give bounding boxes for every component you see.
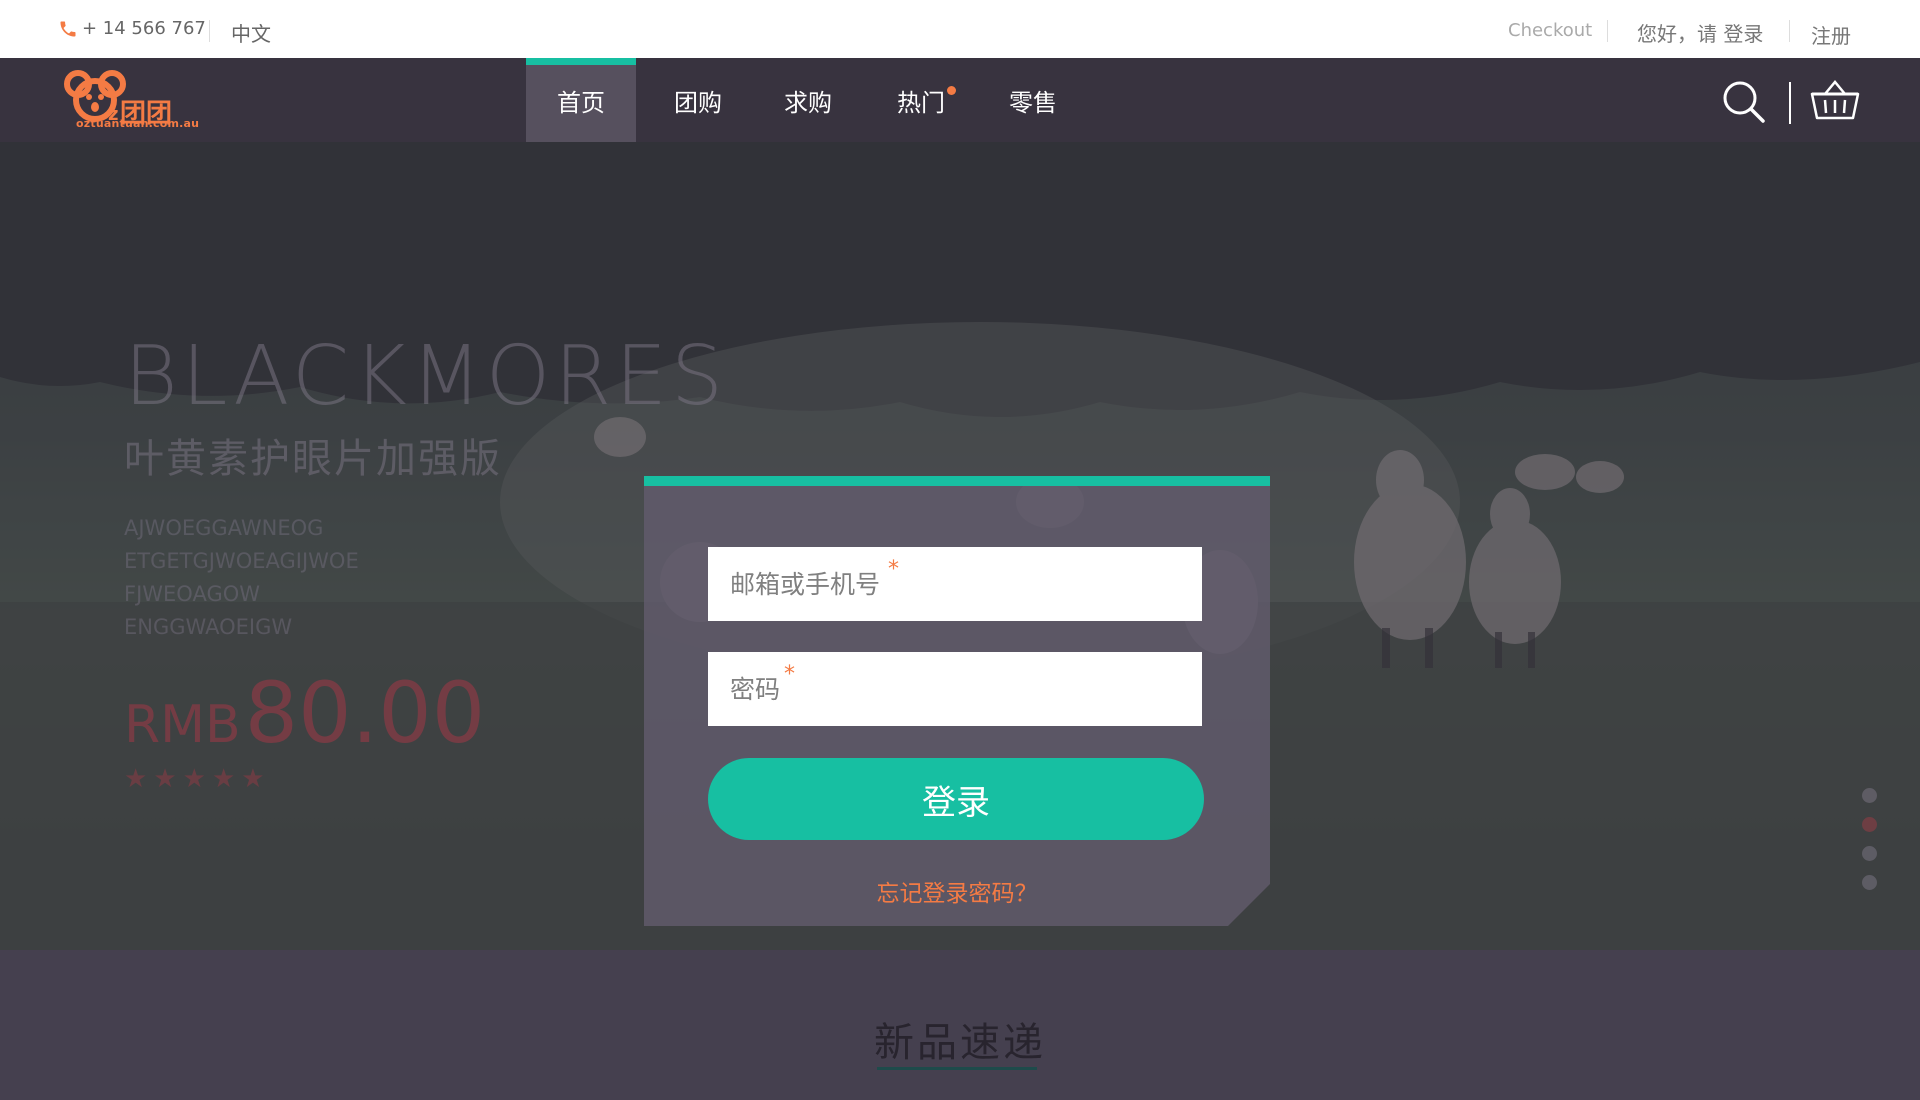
divider: [1789, 82, 1791, 124]
carousel-dot[interactable]: [1862, 875, 1877, 890]
hero-banner: BLACKMORES 叶黄素护眼片加强版 AJWOEGGAWNEOG ETGET…: [0, 142, 1920, 950]
phone-number: + 14 566 767: [82, 18, 206, 39]
new-arrivals-section: 新品速递: [0, 950, 1920, 1100]
promo-line: ETGETGJWOEAGIJWOE: [124, 549, 359, 573]
star-icon: ★: [124, 764, 148, 794]
top-utility-bar: + 14 566 767 中文 Checkout 您好，请 登录 注册: [0, 0, 1920, 58]
nav-item-hot[interactable]: 热门: [881, 58, 961, 142]
nav-item-group-buy[interactable]: 团购: [658, 58, 738, 142]
promo-brand: BLACKMORES: [124, 329, 728, 424]
promo-line: ENGGWAOEIGW: [124, 615, 293, 639]
product-promo: BLACKMORES 叶黄素护眼片加强版 AJWOEGGAWNEOG ETGET…: [124, 329, 728, 795]
rating-stars: ★ ★ ★ ★ ★: [124, 764, 727, 794]
password-input[interactable]: [730, 652, 1202, 726]
promo-line: AJWOEGGAWNEOG: [124, 516, 324, 540]
search-button[interactable]: [1722, 80, 1766, 128]
search-icon: [1723, 81, 1765, 123]
price-currency: RMB: [124, 695, 241, 755]
checkout-link[interactable]: Checkout: [1508, 20, 1592, 41]
carousel-dots: [1862, 788, 1877, 904]
star-icon: ★: [241, 764, 265, 794]
login-button[interactable]: 登录: [708, 758, 1204, 840]
phone-icon: [60, 21, 76, 36]
nav-item-home[interactable]: 首页: [526, 58, 636, 142]
login-form: * * 登录 忘记登录密码？: [644, 476, 1270, 926]
forgot-password-link[interactable]: 忘记登录密码？: [644, 874, 1270, 908]
logo-tagline: oztuantuan.com.au: [76, 117, 200, 130]
email-or-phone-input[interactable]: [730, 547, 1202, 621]
promo-price: RMB 80.00: [124, 664, 727, 762]
basket-button[interactable]: [1810, 78, 1860, 126]
basket-icon: [1810, 80, 1860, 120]
main-navigation: z 团团 oztuantuan.com.au 首页 团购 求购 热门 零售: [0, 58, 1920, 142]
divider: [1607, 20, 1608, 42]
star-icon: ★: [182, 764, 206, 794]
hot-badge-dot: [947, 86, 956, 95]
email-field-wrapper: *: [708, 547, 1202, 621]
section-underline: [877, 1067, 1037, 1070]
star-icon: ★: [211, 764, 236, 794]
required-marker: *: [784, 662, 795, 687]
language-switch[interactable]: 中文: [231, 18, 271, 47]
password-field-wrapper: *: [708, 652, 1202, 726]
register-link[interactable]: 注册: [1811, 20, 1851, 49]
price-amount: 80.00: [244, 664, 486, 762]
required-marker: *: [888, 557, 899, 582]
nav-item-retail[interactable]: 零售: [993, 58, 1073, 142]
carousel-dot[interactable]: [1862, 846, 1877, 861]
promo-description: AJWOEGGAWNEOG ETGETGJWOEAGIJWOE FJWEOAGO…: [124, 512, 727, 644]
promo-line: FJWEOAGOW: [124, 582, 261, 606]
star-icon: ★: [153, 764, 177, 794]
divider: [1789, 20, 1790, 42]
divider: [209, 20, 210, 42]
section-title: 新品速递: [874, 1020, 1046, 1066]
login-greeting-link[interactable]: 您好，请 登录: [1637, 18, 1763, 47]
phone-contact: + 14 566 767: [58, 18, 206, 39]
promo-subtitle: 叶黄素护眼片加强版: [124, 436, 502, 482]
carousel-dot-active[interactable]: [1862, 817, 1877, 832]
nav-item-wanted[interactable]: 求购: [768, 58, 848, 142]
carousel-dot[interactable]: [1862, 788, 1877, 803]
